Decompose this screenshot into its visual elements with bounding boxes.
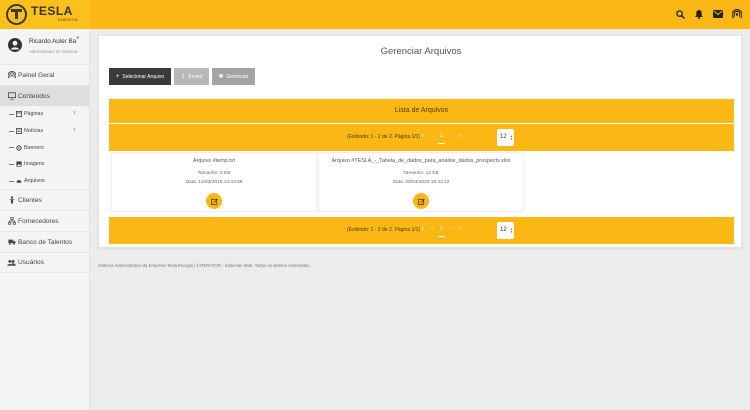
brand-logo[interactable]: TESLA ENERGIA [0, 0, 90, 29]
file-date: Data: 14/03/2016 13:43:59 [185, 180, 243, 185]
users-icon [7, 258, 16, 267]
sidebar-subitem-arquivos[interactable]: Arquivos [0, 173, 89, 190]
broadcast-icon[interactable] [732, 9, 742, 19]
file-name: Arquivo #TESLA_-_Tabela_de_dados_para_an… [331, 158, 511, 164]
upload-icon: ⇪ [180, 74, 186, 80]
first-page-icon[interactable]: « [421, 226, 424, 232]
select-arrows-icon: ▲ ▼ [510, 227, 513, 234]
sidebar-subitem-label: Banners [24, 144, 44, 151]
select-file-button[interactable]: + Selecionar Arquivo [109, 68, 171, 85]
person-icon [7, 196, 16, 205]
sidebar-item-label: Banco de Talentos [18, 238, 73, 246]
last-page-icon[interactable]: » [459, 133, 462, 139]
previous-page-icon[interactable]: ‹ [431, 133, 433, 139]
sidebar-subitem-banners[interactable]: Banners [0, 139, 89, 156]
current-page[interactable]: 1 [437, 226, 446, 237]
monitor-icon [7, 92, 16, 101]
sidebar: Ricardo Auler Ba ˅ Administrador do Sist… [0, 29, 90, 410]
file-list-title: Lista de Arquivos [109, 99, 734, 123]
edit-icon [210, 198, 218, 205]
file-name: Arquivo #temp.txt [193, 158, 235, 164]
brand-name: TESLA [31, 4, 73, 18]
sidebar-item-conteudos[interactable]: Conteúdos [0, 85, 89, 106]
sidebar-item-label: Fornecedores [18, 217, 59, 225]
manage-button[interactable]: ✖ Gerenciar [212, 68, 255, 85]
sidebar-subitem-label: Arquivos [24, 178, 45, 185]
next-page-icon[interactable]: › [450, 133, 452, 139]
file-size: Tamanho: 0 KB [197, 171, 231, 176]
mail-icon[interactable] [713, 9, 723, 19]
edit-icon [417, 198, 425, 205]
sidebar-item-usuarios[interactable]: Usuários [0, 252, 89, 274]
cloud-icon [16, 178, 22, 184]
page-size-select[interactable]: 12 ▲ ▼ [497, 222, 514, 239]
sidebar-subitem-noticias[interactable]: Notícias ˅ [0, 123, 89, 140]
broadcast-icon [7, 71, 16, 80]
sidebar-subitem-label: Notícias [24, 128, 44, 135]
file-item: Arquivo #temp.txt Tamanho: 0 KB Data: 14… [111, 152, 317, 212]
next-page-icon[interactable]: › [450, 226, 452, 232]
page-size-select[interactable]: 12 ▲ ▼ [497, 129, 514, 146]
select-arrows-icon: ▲ ▼ [510, 134, 513, 141]
sidebar-item-clientes[interactable]: Clientes [0, 189, 89, 210]
bell-icon[interactable] [694, 9, 704, 19]
brand-subtitle: ENERGIA [58, 17, 79, 22]
sidebar-subitem-imagens[interactable]: Imagens [0, 156, 89, 173]
plus-icon: + [115, 73, 120, 80]
close-icon: ✖ [218, 74, 224, 80]
chevron-down-icon: ˅ [73, 126, 76, 133]
user-name: Ricardo Auler Ba [29, 38, 77, 45]
sidebar-item-label: Conteúdos [18, 92, 50, 100]
file-date: Data: 03/04/2020 19:32:12 [392, 180, 450, 185]
sidebar-item-label: Usuários [18, 259, 45, 267]
image-icon [16, 161, 22, 168]
sidebar-item-banco-de-talentos[interactable]: Banco de Talentos [0, 231, 89, 252]
sidebar-subitem-paginas[interactable]: Páginas ˅ [0, 106, 89, 123]
sidebar-subitem-label: Imagens [24, 161, 45, 168]
search-icon[interactable] [675, 9, 685, 19]
footer-text: Sistema Administrativo da Empresa Tesla … [98, 263, 311, 268]
file-size: Tamanho: 12 KB [403, 171, 439, 176]
sidebar-item-label: Painel Geral [18, 71, 55, 79]
chevron-down-icon: ˅ [73, 110, 76, 116]
sidebar-item-fornecedores[interactable]: Fornecedores [0, 210, 89, 231]
page-title: Gerenciar Arquivos [380, 46, 462, 57]
user-profile[interactable]: Ricardo Auler Ba ˅ Administrador do Sist… [0, 29, 89, 64]
user-avatar-icon [8, 38, 22, 52]
sidebar-subitem-label: Páginas [24, 111, 44, 118]
file-manager-card: Gerenciar Arquivos + Selecionar Arquivo … [98, 35, 742, 248]
tesla-logo-icon [6, 4, 27, 25]
send-button[interactable]: ⇪ Enviar [174, 68, 209, 85]
chevron-down-icon[interactable]: ˅ [76, 36, 80, 42]
file-item: Arquivo #TESLA_-_Tabela_de_dados_para_an… [318, 152, 524, 212]
newspaper-icon [16, 128, 22, 135]
pagination-info: (Exibindo: 1 - 2 de 2. Página 1/1) [347, 227, 421, 233]
previous-page-icon[interactable]: ‹ [431, 226, 433, 232]
sidebar-item-painel-geral[interactable]: Painel Geral [0, 64, 89, 85]
pagination-info: (Exibindo: 1 - 2 de 2. Página 1/1) [347, 134, 421, 140]
truck-icon [7, 238, 16, 247]
top-bar: TESLA ENERGIA [0, 0, 750, 29]
sidebar-item-label: Clientes [18, 196, 42, 204]
sitemap-icon [7, 217, 16, 226]
edit-file-button[interactable] [206, 193, 222, 209]
window-icon [16, 111, 22, 118]
pagination-bottom: (Exibindo: 1 - 2 de 2. Página 1/1) « ‹ 1… [109, 217, 734, 244]
pagination-top: (Exibindo: 1 - 2 de 2. Página 1/1) « ‹ 1… [109, 124, 734, 151]
edit-file-button[interactable] [413, 193, 429, 209]
last-page-icon[interactable]: » [459, 226, 462, 232]
user-role: Administrador do Sistema [29, 49, 77, 54]
first-page-icon[interactable]: « [421, 133, 424, 139]
gear-icon [16, 145, 22, 151]
current-page[interactable]: 1 [437, 133, 446, 144]
